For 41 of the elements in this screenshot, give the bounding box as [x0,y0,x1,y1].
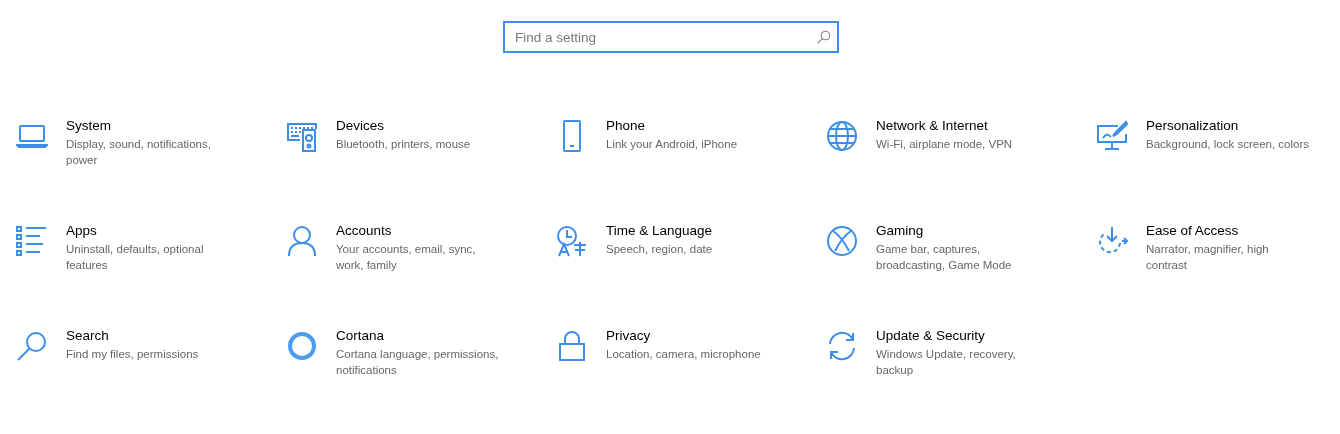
category-description: Uninstall, defaults, optional features [66,242,204,273]
category-title[interactable]: Personalization [1146,118,1309,133]
category-description: Location, camera, microphone [606,347,761,362]
list-icon [16,225,48,257]
monitor-brush-icon [1096,120,1128,152]
category-description: Game bar, captures, broadcasting, Game Mode [876,242,1012,273]
category-description: Link your Android, iPhone [606,137,738,152]
category-description: Find my files, permissions [66,347,199,362]
category-title[interactable]: Gaming [876,223,1012,238]
category-title[interactable]: Search [66,328,199,343]
x-circle-icon [826,225,858,257]
category-description: Display, sound, notifications, power [66,137,211,168]
category-title[interactable]: Privacy [606,328,761,343]
category-title[interactable]: Phone [606,118,738,133]
category-description: Wi-Fi, airplane mode, VPN [876,137,1013,152]
category-title[interactable]: Update & Security [876,328,1016,343]
category-title[interactable]: Ease of Access [1146,223,1269,238]
category-description: Background, lock screen, colors [1146,137,1309,152]
lock-icon [556,330,588,362]
category-title[interactable]: Accounts [336,223,476,238]
search-field[interactable]: Find a setting [503,21,839,53]
person-icon [286,225,318,257]
category-title[interactable]: System [66,118,211,133]
category-description: Bluetooth, printers, mouse [336,137,471,152]
category-title[interactable]: Cortana [336,328,499,343]
category-title[interactable]: Devices [336,118,471,133]
category-description: Your accounts, email, sync, work, family [336,242,476,273]
category-title[interactable]: Network & Internet [876,118,1013,133]
sync-icon [826,330,858,362]
category-description: Cortana language, permissions, notifications [336,347,499,378]
search-icon [817,30,831,44]
keyboard-speaker-icon [286,120,318,152]
clock-icon [556,225,588,257]
category-description: Narrator, magnifier, high contrast [1146,242,1269,273]
globe-icon [826,120,858,152]
ring-icon [286,330,318,362]
category-description: Speech, region, date [606,242,713,257]
category-description: Windows Update, recovery, backup [876,347,1016,378]
category-title[interactable]: Time & Language [606,223,713,238]
search-icon [16,330,48,362]
category-title[interactable]: Apps [66,223,204,238]
